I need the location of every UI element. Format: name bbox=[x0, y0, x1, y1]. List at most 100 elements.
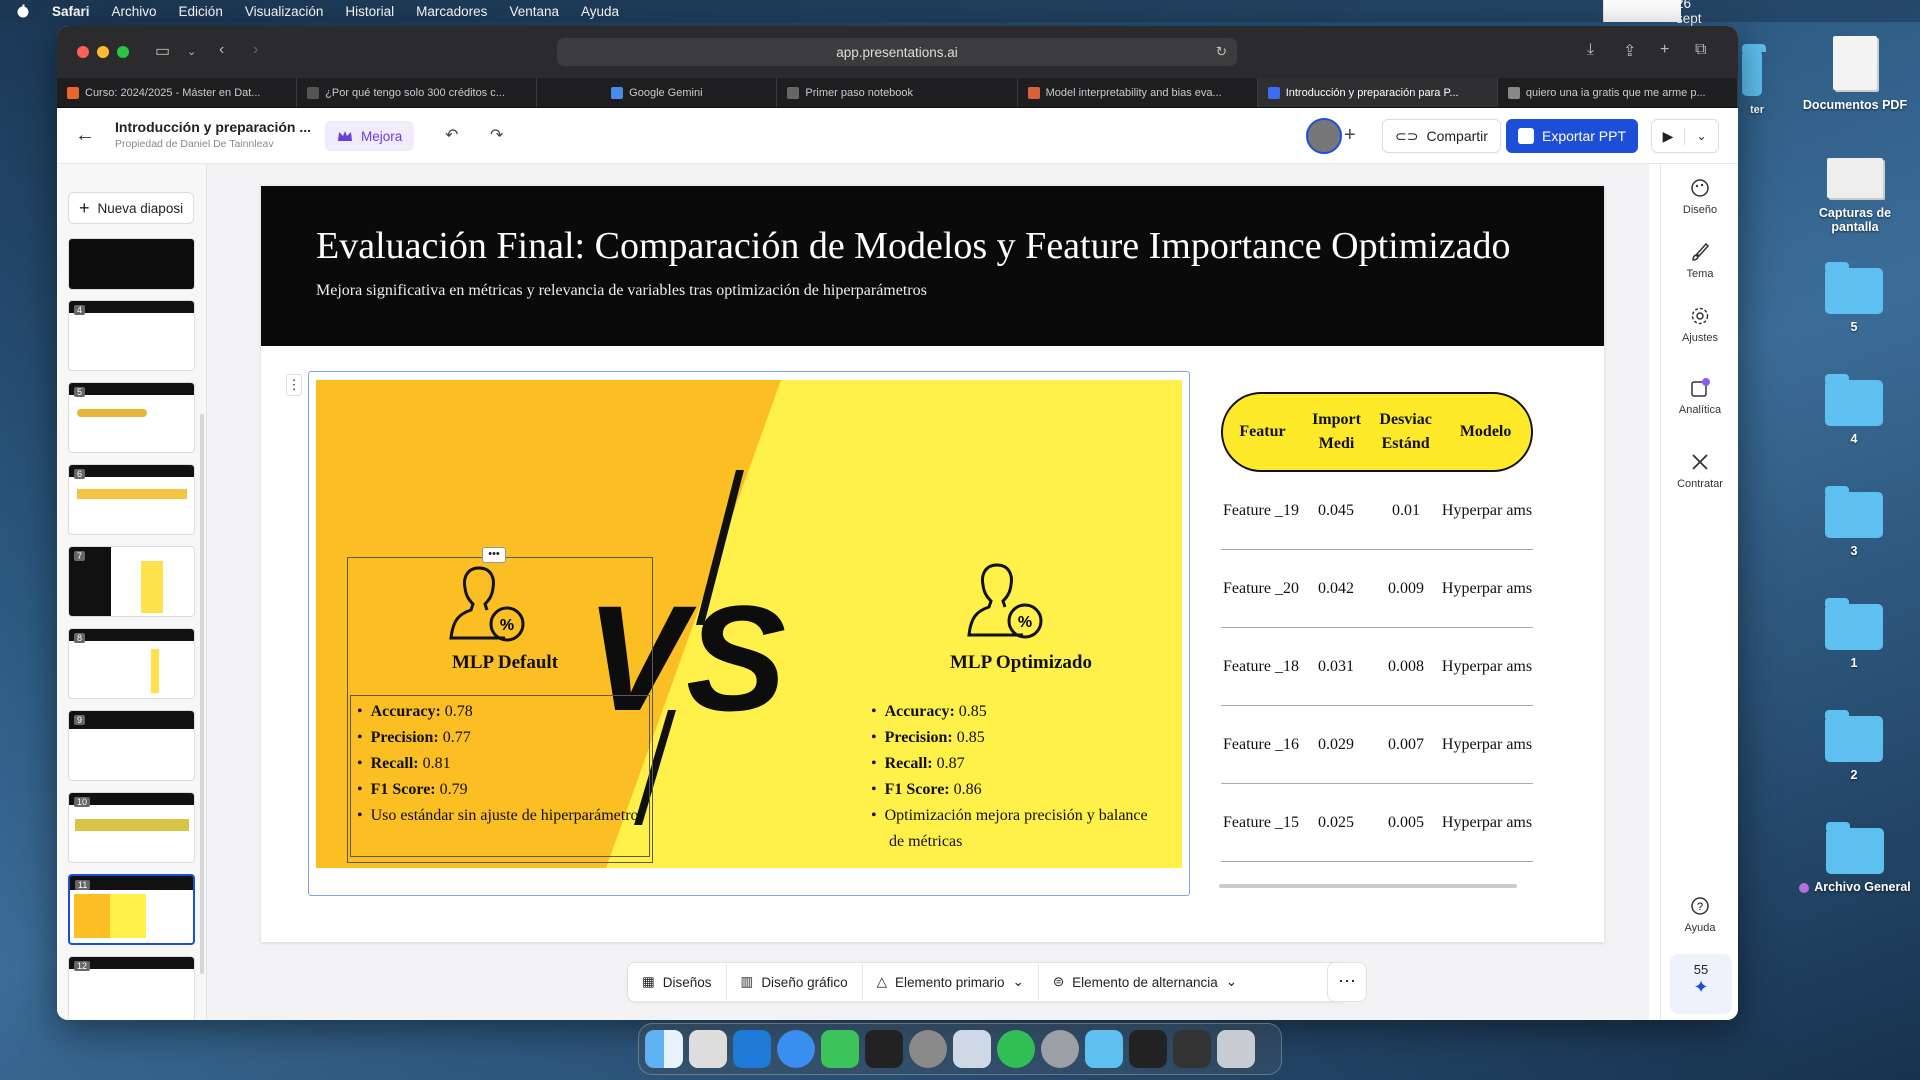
share-button[interactable]: ⊂⊃ Compartir bbox=[1382, 119, 1501, 153]
avatar[interactable] bbox=[1306, 118, 1342, 154]
tex-icon[interactable] bbox=[1041, 1030, 1079, 1068]
menu-marcadores[interactable]: Marcadores bbox=[416, 4, 487, 19]
table-header-cell[interactable]: Modelo bbox=[1440, 420, 1531, 444]
menu-ventana[interactable]: Ventana bbox=[509, 4, 559, 19]
table-header-cell[interactable]: Featur bbox=[1223, 420, 1302, 444]
table-cell[interactable]: 0.029 bbox=[1301, 732, 1371, 758]
slide-thumbnail-selected[interactable]: 11 bbox=[68, 874, 195, 945]
table-cell[interactable]: 0.01 bbox=[1371, 498, 1441, 524]
hire-panel-button[interactable]: Contratar bbox=[1661, 452, 1738, 490]
ai-credits-button[interactable]: 55 ✦ bbox=[1670, 954, 1732, 1014]
desktop-folder-3[interactable]: 3 bbox=[1824, 486, 1884, 558]
address-bar[interactable]: app.presentations.ai ↻ bbox=[557, 38, 1237, 66]
terminal-icon[interactable] bbox=[865, 1030, 903, 1068]
slide-thumbnail[interactable]: 6 bbox=[68, 464, 195, 535]
new-tab-icon[interactable]: + bbox=[1660, 41, 1669, 59]
table-cell[interactable]: 0.009 bbox=[1371, 576, 1441, 602]
slides-scrollbar[interactable] bbox=[200, 414, 204, 974]
designs-button[interactable]: ▦ Diseños bbox=[628, 962, 727, 1002]
download-icon[interactable]: ⤓ bbox=[1587, 41, 1594, 59]
table-scrollbar[interactable] bbox=[1219, 884, 1517, 888]
preview-icon[interactable] bbox=[953, 1030, 991, 1068]
desktop-folder-1[interactable]: 1 bbox=[1824, 598, 1884, 670]
play-icon[interactable]: ▶ bbox=[1652, 127, 1686, 145]
chevron-down-icon[interactable]: ⌄ bbox=[187, 45, 196, 58]
design-panel-button[interactable]: Diseño bbox=[1661, 178, 1738, 216]
slide-thumbnail[interactable] bbox=[68, 238, 195, 290]
metric-item[interactable]: Accuracy: 0.85 bbox=[871, 699, 1161, 725]
menu-historial[interactable]: Historial bbox=[345, 4, 394, 19]
theme-panel-button[interactable]: Tema bbox=[1661, 242, 1738, 280]
forward-nav-icon[interactable]: › bbox=[253, 41, 258, 59]
menu-archivo[interactable]: Archivo bbox=[112, 4, 157, 19]
sidebar-icon[interactable]: ▭ bbox=[155, 41, 170, 61]
redo-icon[interactable]: ↷ bbox=[490, 125, 503, 145]
slide-title[interactable]: Evaluación Final: Comparación de Modelos… bbox=[316, 224, 1511, 268]
table-cell[interactable]: 0.045 bbox=[1301, 498, 1371, 524]
desktop-item-documentos[interactable]: Documentos PDF bbox=[1790, 36, 1920, 112]
element-menu-icon[interactable]: ⋮ bbox=[286, 374, 302, 396]
analytics-panel-button[interactable]: Analítica bbox=[1661, 378, 1738, 416]
recent-app-icon[interactable] bbox=[1173, 1030, 1211, 1068]
table-cell[interactable]: Feature _20 bbox=[1221, 576, 1301, 602]
slide-thumbnail[interactable]: 7 bbox=[68, 546, 195, 617]
back-nav-icon[interactable]: ‹ bbox=[219, 41, 224, 59]
undo-icon[interactable]: ↶ bbox=[445, 125, 458, 145]
close-window-button[interactable] bbox=[77, 46, 89, 58]
chevron-down-icon[interactable]: ⌄ bbox=[1685, 129, 1718, 143]
mejora-button[interactable]: Mejora bbox=[325, 121, 415, 151]
table-cell[interactable]: Feature _18 bbox=[1221, 654, 1301, 680]
launchpad-icon[interactable] bbox=[689, 1030, 727, 1068]
facetime-icon[interactable] bbox=[821, 1030, 859, 1068]
table-cell[interactable]: Feature _16 bbox=[1221, 732, 1301, 758]
right-model-title[interactable]: MLP Optimizado bbox=[871, 652, 1171, 674]
metric-item[interactable]: Optimización mejora precisión y balance … bbox=[871, 803, 1161, 855]
minimize-window-button[interactable] bbox=[97, 46, 109, 58]
metric-item[interactable]: F1 Score: 0.86 bbox=[871, 777, 1161, 803]
slide-thumbnail[interactable]: 8 bbox=[68, 628, 195, 699]
reload-icon[interactable]: ↻ bbox=[1216, 44, 1227, 60]
present-button[interactable]: ▶ ⌄ bbox=[1651, 119, 1719, 153]
desktop-folder-5[interactable]: 5 bbox=[1824, 262, 1884, 334]
slide-thumbnail[interactable]: 4 bbox=[68, 300, 195, 371]
add-collaborator-icon[interactable]: + bbox=[1344, 124, 1356, 147]
menu-edicion[interactable]: Edición bbox=[179, 4, 223, 19]
activity-monitor-icon[interactable] bbox=[1129, 1030, 1167, 1068]
table-cell[interactable]: 0.031 bbox=[1301, 654, 1371, 680]
table-cell[interactable]: 0.007 bbox=[1371, 732, 1441, 758]
menu-visualizacion[interactable]: Visualización bbox=[245, 4, 324, 19]
share-icon[interactable]: ⇪ bbox=[1623, 41, 1636, 61]
tab-1[interactable]: ¿Por qué tengo solo 300 créditos c... bbox=[297, 78, 538, 107]
desktop-folder-4[interactable]: 4 bbox=[1824, 374, 1884, 446]
slide-thumbnail[interactable]: 12 bbox=[68, 956, 195, 1020]
table-cell[interactable]: Feature _15 bbox=[1221, 810, 1301, 836]
tab-2[interactable]: Google Gemini bbox=[537, 78, 778, 107]
slide-thumbnail[interactable]: 10 bbox=[68, 792, 195, 863]
desktop-folder-2[interactable]: 2 bbox=[1824, 710, 1884, 782]
table-cell[interactable]: Hyperpar ams bbox=[1441, 498, 1533, 524]
tab-5-active[interactable]: Introducción y preparación para P... bbox=[1257, 78, 1498, 107]
downloads-folder-icon[interactable] bbox=[1085, 1030, 1123, 1068]
metric-item[interactable]: F1 Score: 0.79 bbox=[357, 777, 647, 803]
table-cell[interactable]: Feature _19 bbox=[1221, 498, 1301, 524]
table-cell[interactable]: 0.008 bbox=[1371, 654, 1441, 680]
export-ppt-button[interactable]: Exportar PPT bbox=[1506, 119, 1638, 153]
tab-overview-icon[interactable]: ⧉ bbox=[1695, 41, 1706, 59]
desktop-item-partial[interactable]: ter bbox=[1742, 44, 1772, 116]
new-slide-button[interactable]: + Nueva diaposi bbox=[68, 192, 194, 224]
table-cell[interactable]: 0.025 bbox=[1301, 810, 1371, 836]
metric-item[interactable]: Recall: 0.81 bbox=[357, 751, 647, 777]
presentation-title[interactable]: Introducción y preparación ... bbox=[115, 119, 311, 135]
zoom-window-button[interactable] bbox=[117, 46, 129, 58]
table-cell[interactable]: 0.005 bbox=[1371, 810, 1441, 836]
whatsapp-icon[interactable] bbox=[997, 1030, 1035, 1068]
metric-item[interactable]: Accuracy: 0.78 bbox=[357, 699, 647, 725]
table-cell[interactable]: Hyperpar ams bbox=[1441, 576, 1533, 602]
desktop-item-capturas[interactable]: Capturas de pantalla bbox=[1790, 158, 1920, 234]
primary-element-button[interactable]: △ Elemento primario ⌄ bbox=[863, 962, 1039, 1002]
desktop-folder-archivo[interactable]: Archivo General bbox=[1790, 822, 1920, 894]
menu-ayuda[interactable]: Ayuda bbox=[581, 4, 619, 19]
table-cell[interactable]: 0.042 bbox=[1301, 576, 1371, 602]
safari-icon[interactable] bbox=[777, 1030, 815, 1068]
metric-item[interactable]: Uso estándar sin ajuste de hiperparámetr… bbox=[357, 803, 647, 829]
